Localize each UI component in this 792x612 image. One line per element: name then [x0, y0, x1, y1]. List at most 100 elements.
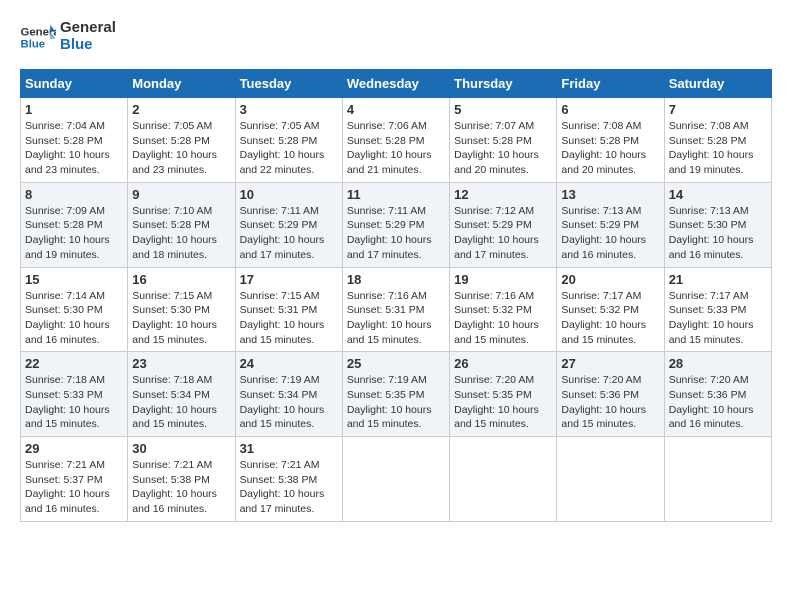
- day-info: Sunrise: 7:08 AMSunset: 5:28 PMDaylight:…: [669, 119, 767, 178]
- calendar-table: SundayMondayTuesdayWednesdayThursdayFrid…: [20, 69, 772, 522]
- day-info: Sunrise: 7:21 AMSunset: 5:38 PMDaylight:…: [132, 458, 230, 517]
- weekday-header-row: SundayMondayTuesdayWednesdayThursdayFrid…: [21, 70, 772, 98]
- day-number: 18: [347, 272, 445, 287]
- day-number: 22: [25, 356, 123, 371]
- calendar-week-3: 15 Sunrise: 7:14 AMSunset: 5:30 PMDaylig…: [21, 267, 772, 352]
- calendar-day-18: 18 Sunrise: 7:16 AMSunset: 5:31 PMDaylig…: [342, 267, 449, 352]
- day-number: 31: [240, 441, 338, 456]
- day-info: Sunrise: 7:04 AMSunset: 5:28 PMDaylight:…: [25, 119, 123, 178]
- calendar-day-25: 25 Sunrise: 7:19 AMSunset: 5:35 PMDaylig…: [342, 352, 449, 437]
- weekday-header-wednesday: Wednesday: [342, 70, 449, 98]
- day-number: 1: [25, 102, 123, 117]
- day-number: 28: [669, 356, 767, 371]
- calendar-day-17: 17 Sunrise: 7:15 AMSunset: 5:31 PMDaylig…: [235, 267, 342, 352]
- weekday-header-friday: Friday: [557, 70, 664, 98]
- svg-text:Blue: Blue: [21, 38, 46, 50]
- calendar-day-5: 5 Sunrise: 7:07 AMSunset: 5:28 PMDayligh…: [450, 98, 557, 183]
- day-number: 5: [454, 102, 552, 117]
- day-number: 27: [561, 356, 659, 371]
- day-number: 29: [25, 441, 123, 456]
- day-info: Sunrise: 7:19 AMSunset: 5:35 PMDaylight:…: [347, 373, 445, 432]
- day-info: Sunrise: 7:20 AMSunset: 5:36 PMDaylight:…: [561, 373, 659, 432]
- calendar-day-12: 12 Sunrise: 7:12 AMSunset: 5:29 PMDaylig…: [450, 182, 557, 267]
- day-info: Sunrise: 7:08 AMSunset: 5:28 PMDaylight:…: [561, 119, 659, 178]
- day-info: Sunrise: 7:09 AMSunset: 5:28 PMDaylight:…: [25, 204, 123, 263]
- calendar-day-21: 21 Sunrise: 7:17 AMSunset: 5:33 PMDaylig…: [664, 267, 771, 352]
- logo-general: General: [60, 20, 116, 37]
- weekday-header-thursday: Thursday: [450, 70, 557, 98]
- day-number: 19: [454, 272, 552, 287]
- calendar-day-28: 28 Sunrise: 7:20 AMSunset: 5:36 PMDaylig…: [664, 352, 771, 437]
- calendar-day-7: 7 Sunrise: 7:08 AMSunset: 5:28 PMDayligh…: [664, 98, 771, 183]
- day-number: 8: [25, 187, 123, 202]
- day-info: Sunrise: 7:18 AMSunset: 5:34 PMDaylight:…: [132, 373, 230, 432]
- day-number: 10: [240, 187, 338, 202]
- day-number: 14: [669, 187, 767, 202]
- empty-cell: [557, 437, 664, 522]
- empty-cell: [342, 437, 449, 522]
- day-number: 13: [561, 187, 659, 202]
- day-number: 3: [240, 102, 338, 117]
- calendar-day-6: 6 Sunrise: 7:08 AMSunset: 5:28 PMDayligh…: [557, 98, 664, 183]
- calendar-day-27: 27 Sunrise: 7:20 AMSunset: 5:36 PMDaylig…: [557, 352, 664, 437]
- day-number: 4: [347, 102, 445, 117]
- day-info: Sunrise: 7:12 AMSunset: 5:29 PMDaylight:…: [454, 204, 552, 263]
- day-info: Sunrise: 7:15 AMSunset: 5:31 PMDaylight:…: [240, 289, 338, 348]
- day-number: 23: [132, 356, 230, 371]
- calendar-day-3: 3 Sunrise: 7:05 AMSunset: 5:28 PMDayligh…: [235, 98, 342, 183]
- calendar-day-24: 24 Sunrise: 7:19 AMSunset: 5:34 PMDaylig…: [235, 352, 342, 437]
- logo-blue: Blue: [60, 37, 116, 54]
- day-info: Sunrise: 7:10 AMSunset: 5:28 PMDaylight:…: [132, 204, 230, 263]
- day-info: Sunrise: 7:17 AMSunset: 5:33 PMDaylight:…: [669, 289, 767, 348]
- day-number: 15: [25, 272, 123, 287]
- calendar-week-1: 1 Sunrise: 7:04 AMSunset: 5:28 PMDayligh…: [21, 98, 772, 183]
- calendar-week-4: 22 Sunrise: 7:18 AMSunset: 5:33 PMDaylig…: [21, 352, 772, 437]
- day-info: Sunrise: 7:07 AMSunset: 5:28 PMDaylight:…: [454, 119, 552, 178]
- calendar-day-29: 29 Sunrise: 7:21 AMSunset: 5:37 PMDaylig…: [21, 437, 128, 522]
- calendar-day-2: 2 Sunrise: 7:05 AMSunset: 5:28 PMDayligh…: [128, 98, 235, 183]
- day-number: 26: [454, 356, 552, 371]
- calendar-day-22: 22 Sunrise: 7:18 AMSunset: 5:33 PMDaylig…: [21, 352, 128, 437]
- day-number: 11: [347, 187, 445, 202]
- day-number: 30: [132, 441, 230, 456]
- day-number: 24: [240, 356, 338, 371]
- day-info: Sunrise: 7:17 AMSunset: 5:32 PMDaylight:…: [561, 289, 659, 348]
- day-number: 6: [561, 102, 659, 117]
- weekday-header-saturday: Saturday: [664, 70, 771, 98]
- calendar-day-4: 4 Sunrise: 7:06 AMSunset: 5:28 PMDayligh…: [342, 98, 449, 183]
- calendar-week-2: 8 Sunrise: 7:09 AMSunset: 5:28 PMDayligh…: [21, 182, 772, 267]
- day-number: 16: [132, 272, 230, 287]
- calendar-day-20: 20 Sunrise: 7:17 AMSunset: 5:32 PMDaylig…: [557, 267, 664, 352]
- day-info: Sunrise: 7:16 AMSunset: 5:32 PMDaylight:…: [454, 289, 552, 348]
- page-header: General Blue General Blue: [20, 20, 772, 53]
- day-info: Sunrise: 7:14 AMSunset: 5:30 PMDaylight:…: [25, 289, 123, 348]
- calendar-day-31: 31 Sunrise: 7:21 AMSunset: 5:38 PMDaylig…: [235, 437, 342, 522]
- day-info: Sunrise: 7:05 AMSunset: 5:28 PMDaylight:…: [132, 119, 230, 178]
- day-info: Sunrise: 7:15 AMSunset: 5:30 PMDaylight:…: [132, 289, 230, 348]
- calendar-day-14: 14 Sunrise: 7:13 AMSunset: 5:30 PMDaylig…: [664, 182, 771, 267]
- calendar-day-15: 15 Sunrise: 7:14 AMSunset: 5:30 PMDaylig…: [21, 267, 128, 352]
- calendar-day-1: 1 Sunrise: 7:04 AMSunset: 5:28 PMDayligh…: [21, 98, 128, 183]
- calendar-day-23: 23 Sunrise: 7:18 AMSunset: 5:34 PMDaylig…: [128, 352, 235, 437]
- day-info: Sunrise: 7:11 AMSunset: 5:29 PMDaylight:…: [240, 204, 338, 263]
- calendar-day-19: 19 Sunrise: 7:16 AMSunset: 5:32 PMDaylig…: [450, 267, 557, 352]
- day-number: 17: [240, 272, 338, 287]
- calendar-week-5: 29 Sunrise: 7:21 AMSunset: 5:37 PMDaylig…: [21, 437, 772, 522]
- day-info: Sunrise: 7:13 AMSunset: 5:29 PMDaylight:…: [561, 204, 659, 263]
- day-info: Sunrise: 7:16 AMSunset: 5:31 PMDaylight:…: [347, 289, 445, 348]
- day-info: Sunrise: 7:20 AMSunset: 5:36 PMDaylight:…: [669, 373, 767, 432]
- day-info: Sunrise: 7:19 AMSunset: 5:34 PMDaylight:…: [240, 373, 338, 432]
- day-number: 12: [454, 187, 552, 202]
- day-number: 25: [347, 356, 445, 371]
- day-info: Sunrise: 7:18 AMSunset: 5:33 PMDaylight:…: [25, 373, 123, 432]
- day-number: 7: [669, 102, 767, 117]
- day-info: Sunrise: 7:06 AMSunset: 5:28 PMDaylight:…: [347, 119, 445, 178]
- calendar-day-30: 30 Sunrise: 7:21 AMSunset: 5:38 PMDaylig…: [128, 437, 235, 522]
- day-number: 9: [132, 187, 230, 202]
- day-number: 21: [669, 272, 767, 287]
- day-info: Sunrise: 7:05 AMSunset: 5:28 PMDaylight:…: [240, 119, 338, 178]
- weekday-header-tuesday: Tuesday: [235, 70, 342, 98]
- empty-cell: [664, 437, 771, 522]
- day-info: Sunrise: 7:21 AMSunset: 5:37 PMDaylight:…: [25, 458, 123, 517]
- day-info: Sunrise: 7:20 AMSunset: 5:35 PMDaylight:…: [454, 373, 552, 432]
